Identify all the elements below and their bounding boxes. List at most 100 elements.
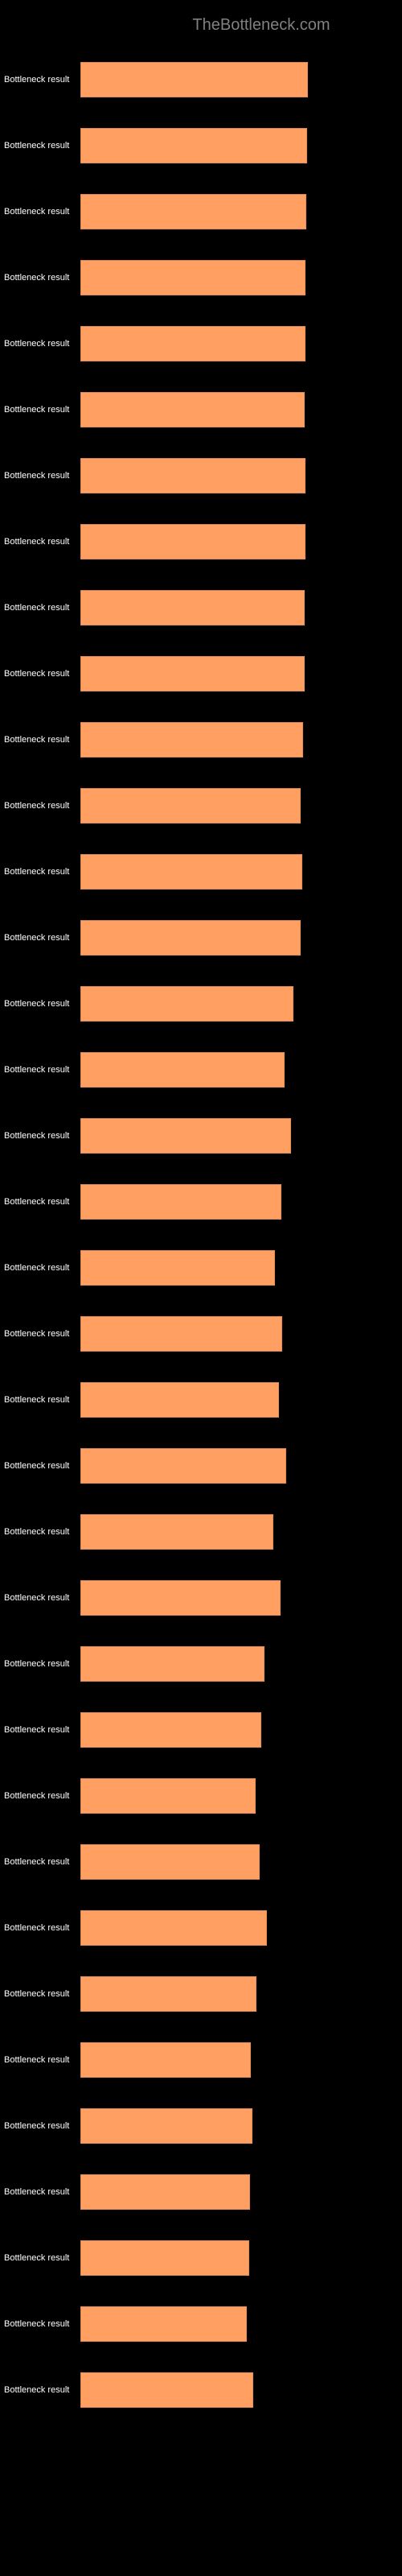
row-label: Bottleneck result: [4, 471, 69, 481]
row-label: Bottleneck result: [4, 1329, 69, 1339]
bar: 65.9%: [80, 1184, 281, 1220]
row-label-area: Bottleneck result: [0, 1131, 80, 1141]
bar-track: 72.2%: [80, 773, 402, 839]
bar-value-label: 61.1%: [275, 1922, 302, 1934]
bar-track: 63.2%: [80, 1499, 402, 1565]
chart-row: Bottleneck result73.9%: [0, 179, 402, 245]
bar-track: 68.9%: [80, 1103, 402, 1169]
bar: 69.8%: [80, 986, 293, 1022]
bar-value-label: 73.7%: [314, 536, 341, 547]
site-title: TheBottleneck.com: [121, 16, 402, 35]
bar: 66.8%: [80, 1052, 285, 1088]
chart-row: Bottleneck result54.6%: [0, 2291, 402, 2357]
row-label-area: Bottleneck result: [0, 75, 80, 85]
bar-track: 73.4%: [80, 575, 402, 641]
bar-value-label: 72.2%: [309, 800, 336, 811]
bar: 73.7%: [80, 524, 306, 559]
chart-row: Bottleneck result 55.8%: [0, 2027, 402, 2093]
bar-track: 56.6%: [80, 2357, 402, 2423]
bar: 73.3%: [80, 656, 305, 691]
chart-row: Bottleneck result 58.7%: [0, 1829, 402, 1895]
bar-value-label: 55.2%: [257, 2252, 285, 2264]
row-label: Bottleneck result: [4, 1659, 69, 1669]
row-label-area: Bottleneck result: [0, 735, 80, 745]
bar: 73.7%: [80, 260, 306, 295]
row-label-area: Bottleneck result: [0, 933, 80, 943]
row-label-area: Bottleneck result: [0, 1857, 80, 1867]
row-label-area: Bottleneck result: [0, 471, 80, 481]
bar-value-label: 58.7%: [268, 1856, 295, 1868]
chart-row: Bottleneck result72.5%: [0, 839, 402, 905]
row-label-area: Bottleneck result: [0, 2055, 80, 2065]
bar-track: 63.7%: [80, 1235, 402, 1301]
chart-row: Bottleneck result73.4%: [0, 377, 402, 443]
chart-row: Bottleneck result 67.3%: [0, 1433, 402, 1499]
bar-value-label: 73.7%: [314, 272, 341, 283]
row-label: Bottleneck result: [4, 1461, 69, 1471]
chart-row: Bottleneck result66.8%: [0, 1037, 402, 1103]
bar-track: 67.3%: [80, 1433, 402, 1499]
row-label-area: Bottleneck result: [0, 141, 80, 151]
bar-value-label: 65%: [295, 1394, 314, 1406]
bar-track: 73.3%: [80, 641, 402, 707]
bar-track: 73.9%: [80, 179, 402, 245]
chart-row: Bottleneck result65.9%: [0, 1169, 402, 1235]
bar-track: 72.9%: [80, 707, 402, 773]
row-label: Bottleneck result: [4, 2187, 69, 2197]
row-label-area: Bottleneck result: [0, 1395, 80, 1405]
chart-row: Bottleneck result56.6%: [0, 2357, 402, 2423]
row-label-area: Bottleneck result: [0, 603, 80, 613]
row-label: Bottleneck result: [4, 1131, 69, 1141]
bar: 63.7%: [80, 1250, 275, 1286]
row-label: Bottleneck result: [4, 537, 69, 547]
row-label-area: Bottleneck result: [0, 2121, 80, 2131]
row-label: Bottleneck result: [4, 75, 69, 85]
bar: 56.4%: [80, 2108, 252, 2144]
bar-value-label: 73.4%: [313, 602, 340, 613]
bar: 55.2%: [80, 2240, 249, 2276]
bar: 65%: [80, 1382, 279, 1418]
row-label: Bottleneck result: [4, 273, 69, 283]
row-label-area: Bottleneck result: [0, 1197, 80, 1207]
chart-row: Bottleneck result73.3%: [0, 641, 402, 707]
chart-row: Bottleneck result 72.2%: [0, 773, 402, 839]
bar: 72.2%: [80, 788, 301, 824]
bar: 74.4%: [80, 62, 308, 97]
bar-track: 58.7%: [80, 1829, 402, 1895]
chart-row: Bottleneck result 73.7%: [0, 509, 402, 575]
chart-row: Bottleneck result 68.9%: [0, 1103, 402, 1169]
chart-row: Bottleneck result 73.4%: [0, 575, 402, 641]
bar: 60.2%: [80, 1646, 265, 1682]
bottleneck-chart: Bottleneck result74.4%Bottleneck result7…: [0, 47, 402, 2423]
row-label: Bottleneck result: [4, 1593, 69, 1603]
bar-value-label: 57.5%: [264, 1988, 291, 2000]
chart-row: Bottleneck result 73.7%: [0, 443, 402, 509]
row-label-area: Bottleneck result: [0, 1263, 80, 1273]
bar: 74.2%: [80, 128, 307, 163]
bar-value-label: 66%: [298, 1328, 318, 1340]
row-label: Bottleneck result: [4, 801, 69, 811]
row-label: Bottleneck result: [4, 2253, 69, 2263]
bar: 72.2%: [80, 920, 301, 956]
bar-value-label: 55.5%: [258, 2186, 285, 2198]
row-label: Bottleneck result: [4, 933, 69, 943]
bar: 73.8%: [80, 326, 306, 361]
row-label-area: Bottleneck result: [0, 1989, 80, 1999]
bar-value-label: 55.8%: [259, 2054, 286, 2066]
row-label-area: Bottleneck result: [0, 669, 80, 679]
bar-value-label: 63.7%: [283, 1262, 310, 1274]
bar-value-label: 63.2%: [281, 1526, 309, 1538]
row-label: Bottleneck result: [4, 1527, 69, 1537]
bar-value-label: 72.9%: [311, 734, 338, 745]
chart-row: Bottleneck result 55.5%: [0, 2159, 402, 2225]
bar-track: 61.1%: [80, 1895, 402, 1961]
row-label: Bottleneck result: [4, 339, 69, 349]
bar-track: 72.2%: [80, 905, 402, 971]
row-label-area: Bottleneck result: [0, 273, 80, 283]
row-label-area: Bottleneck result: [0, 2253, 80, 2263]
bar: 73.4%: [80, 392, 305, 427]
row-label: Bottleneck result: [4, 1725, 69, 1735]
bar-track: 73.7%: [80, 443, 402, 509]
bar-track: 59.3%: [80, 1697, 402, 1763]
bar-value-label: 68.9%: [299, 1130, 326, 1141]
